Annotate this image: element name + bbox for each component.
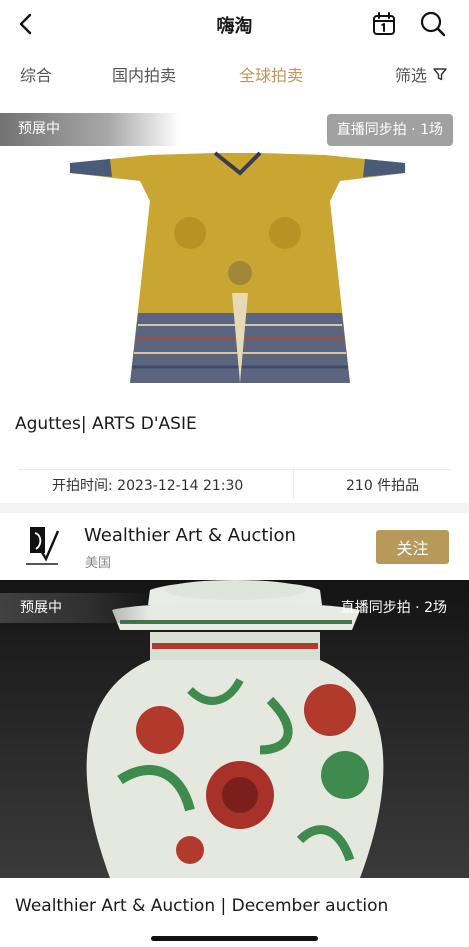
auction-card[interactable]: 预展中 直播同步拍 · 1场 Aguttes| ARTS D'ASIE 开拍时间… xyxy=(0,113,469,503)
auctioneer-name[interactable]: Wealthier Art & Auction xyxy=(84,525,296,546)
section-gap xyxy=(0,503,469,513)
auction-start-time: 开拍时间: 2023-12-14 21:30 xyxy=(52,478,244,494)
tab-domestic-auction[interactable]: 国内拍卖 xyxy=(112,62,176,86)
auctioneer-header[interactable]: Wealthier Art & Auction 美国 关注 xyxy=(0,513,469,580)
search-icon[interactable] xyxy=(419,10,449,40)
category-tabs: 综合 国内拍卖 全球拍卖 筛选 xyxy=(0,58,469,90)
auction-cover-image[interactable]: 预展中 直播同步拍 · 2场 xyxy=(0,580,469,878)
top-nav-bar: 嗨淘 xyxy=(0,0,469,50)
lot-count: 210 件拍品 xyxy=(346,478,420,494)
divider xyxy=(18,469,451,470)
auctioneer-region: 美国 xyxy=(85,556,112,571)
tab-global-auction[interactable]: 全球拍卖 xyxy=(239,62,303,86)
filter-button[interactable]: 筛选 xyxy=(395,62,447,86)
auction-card[interactable]: 预展中 直播同步拍 · 2场 Wealthier Art & Auction |… xyxy=(0,580,469,947)
filter-label: 筛选 xyxy=(394,66,427,85)
calendar-icon[interactable] xyxy=(371,11,399,39)
auction-cover-image[interactable]: 预展中 直播同步拍 · 1场 xyxy=(0,113,469,385)
filter-icon xyxy=(433,68,447,81)
live-sync-badge: 直播同步拍 · 1场 xyxy=(326,114,453,146)
status-badge: 预展中 xyxy=(0,593,150,623)
auction-title[interactable]: Aguttes| ARTS D'ASIE xyxy=(15,414,197,434)
auction-title[interactable]: Wealthier Art & Auction | December aucti… xyxy=(15,896,388,916)
auctioneer-logo[interactable] xyxy=(22,523,62,571)
home-indicator xyxy=(151,936,318,941)
status-badge: 预展中 xyxy=(0,113,180,146)
follow-button[interactable]: 关注 xyxy=(376,530,449,564)
divider xyxy=(293,467,294,499)
tab-comprehensive[interactable]: 综合 xyxy=(20,62,52,86)
live-sync-badge: 直播同步拍 · 2场 xyxy=(340,600,447,616)
